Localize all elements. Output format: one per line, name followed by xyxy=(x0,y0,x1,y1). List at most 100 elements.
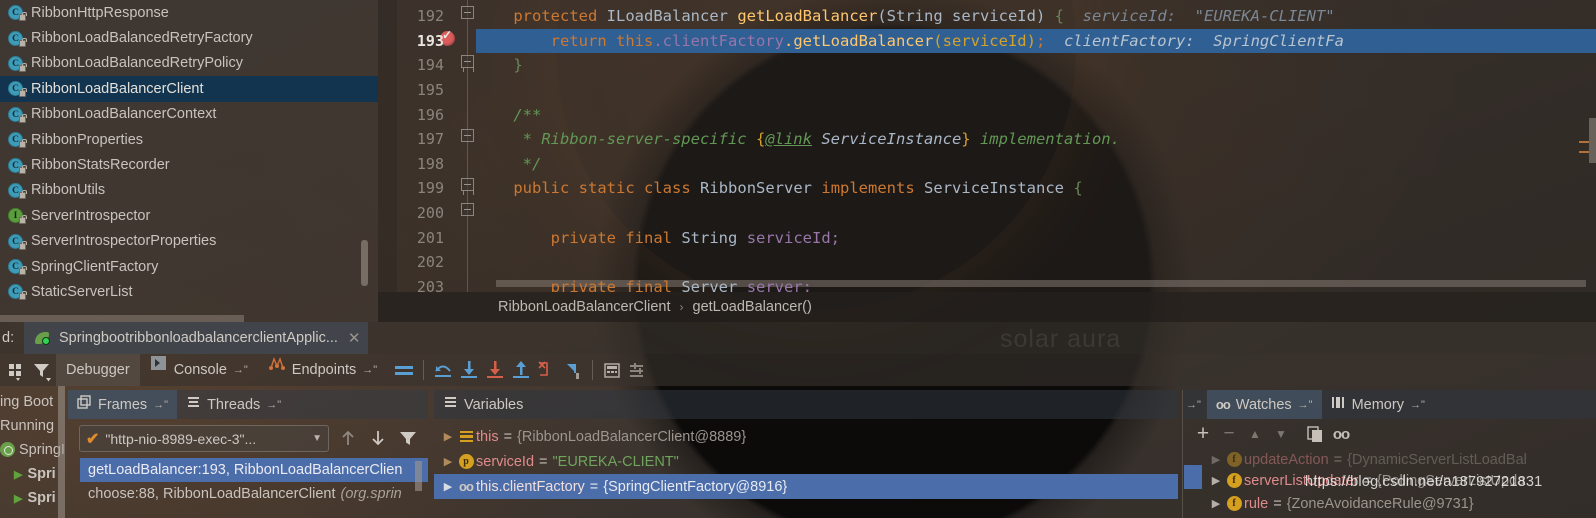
list-item[interactable]: C SpringClientFactory xyxy=(0,254,378,279)
show-execution-point-icon[interactable] xyxy=(391,355,417,385)
drop-frame-icon[interactable] xyxy=(534,355,560,385)
move-down-button[interactable]: ▼ xyxy=(1268,421,1294,447)
list-item[interactable]: C RibbonStatsRecorder xyxy=(0,152,378,177)
panel-divider[interactable] xyxy=(1182,390,1183,518)
list-item[interactable]: C RibbonLoadBalancedRetryFactory xyxy=(0,25,378,50)
pin-icon[interactable]: →" xyxy=(233,364,248,376)
run-configuration-tab[interactable]: SpringbootribbonloadbalancerclientApplic… xyxy=(24,322,369,354)
watches-toolbar[interactable]: + − ▲ ▼ oo xyxy=(1190,421,1354,447)
pin-icon[interactable]: →" xyxy=(362,364,377,376)
watch-row[interactable]: ▶ f rule = {ZoneAvoidanceRule@9731} xyxy=(1184,491,1596,516)
list-item-selected[interactable]: C RibbonLoadBalancerClient xyxy=(0,76,378,102)
list-item[interactable]: I ServerIntrospector xyxy=(0,203,378,228)
tab-threads[interactable]: Threads →" xyxy=(177,390,290,419)
code-line[interactable]: 192 protected ILoadBalancer getLoadBalan… xyxy=(378,4,1596,29)
frame-row[interactable]: choose:88, RibbonLoadBalancerClient (org… xyxy=(80,482,428,506)
list-item[interactable]: C RibbonHttpResponse xyxy=(0,0,378,25)
breadcrumb-method[interactable]: getLoadBalancer() xyxy=(693,299,812,315)
tab-frames[interactable]: Frames →" xyxy=(68,390,178,419)
pin-icon[interactable]: →" xyxy=(1410,399,1425,411)
breadcrumb-class[interactable]: RibbonLoadBalancerClient xyxy=(498,299,671,315)
pin-icon[interactable]: →" xyxy=(1298,399,1313,411)
run-tree-item[interactable]: SpringI xyxy=(0,442,65,458)
variable-row[interactable]: ▶ p serviceId = "EUREKA-CLIENT" xyxy=(434,449,1178,474)
move-up-button[interactable]: ▲ xyxy=(1242,421,1268,447)
breadcrumb[interactable]: RibbonLoadBalancerClient › getLoadBalanc… xyxy=(378,292,1596,322)
project-file-list[interactable]: C RibbonHttpResponse C RibbonLoadBalance… xyxy=(0,0,378,322)
remove-watch-button[interactable]: − xyxy=(1216,421,1242,447)
list-item[interactable]: C StaticServerList xyxy=(0,279,378,304)
editor-marker[interactable] xyxy=(1579,151,1589,153)
step-over-icon[interactable] xyxy=(430,355,456,385)
code-line[interactable]: 202 xyxy=(378,250,1596,275)
code-line[interactable]: 199 public static class RibbonServer imp… xyxy=(378,176,1596,201)
code-line[interactable]: 196 /** xyxy=(378,102,1596,127)
frames-filter-icon[interactable] xyxy=(396,426,422,456)
frames-scrollbar[interactable] xyxy=(415,461,422,491)
variable-row-selected[interactable]: ▶ oo this.clientFactory = {SpringClientF… xyxy=(434,474,1178,499)
run-to-cursor-icon[interactable] xyxy=(560,355,586,385)
step-into-icon[interactable] xyxy=(456,355,482,385)
code-line-current[interactable]: 193 return this.clientFactory.getLoadBal… xyxy=(378,28,1596,54)
code-line[interactable]: 197 * Ribbon-server-specific {@link Serv… xyxy=(378,127,1596,152)
pin-icon[interactable]: →" xyxy=(1186,399,1201,411)
debug-toolbar[interactable]: Debugger Console →" Endpoints →" xyxy=(0,354,1596,386)
tab-memory[interactable]: Memory →" xyxy=(1322,390,1434,419)
expand-arrow-icon[interactable]: ▶ xyxy=(1208,453,1224,466)
evaluate-expression-icon[interactable] xyxy=(599,355,625,385)
code-line[interactable]: 195 xyxy=(378,78,1596,103)
layout-icon[interactable] xyxy=(4,355,30,385)
run-tree-item[interactable]: ing Boot xyxy=(0,394,53,410)
expand-arrow-icon[interactable]: ▶ xyxy=(440,430,456,443)
code-line[interactable]: 200 xyxy=(378,201,1596,226)
copy-icon[interactable] xyxy=(1302,421,1328,447)
run-tree-item[interactable]: Running xyxy=(0,418,54,434)
list-item[interactable]: C RibbonProperties xyxy=(0,127,378,152)
list-item[interactable]: C RibbonUtils xyxy=(0,178,378,203)
file-list-h-scrollbar[interactable] xyxy=(0,315,244,322)
file-list-scrollbar[interactable] xyxy=(361,240,368,286)
code-editor[interactable]: 192 protected ILoadBalancer getLoadBalan… xyxy=(378,0,1596,292)
run-tree-scrollbar[interactable] xyxy=(58,386,65,518)
list-item[interactable]: C RibbonLoadBalancedRetryPolicy xyxy=(0,51,378,76)
code-line[interactable]: 201 private final String serviceId; xyxy=(378,225,1596,250)
parameter-icon: p xyxy=(456,454,476,469)
code-line[interactable]: 198 */ xyxy=(378,152,1596,177)
pin-icon[interactable]: →" xyxy=(266,399,281,411)
tab-watches[interactable]: oo Watches →" xyxy=(1206,390,1322,419)
expand-arrow-icon[interactable]: ▶ xyxy=(440,480,456,493)
add-watch-button[interactable]: + xyxy=(1190,421,1216,447)
frame-up-icon[interactable] xyxy=(336,426,362,456)
expand-arrow-icon[interactable]: ▶ xyxy=(440,455,456,468)
frame-down-icon[interactable] xyxy=(366,426,392,456)
tab-debugger[interactable]: Debugger xyxy=(56,354,140,386)
frame-row-selected[interactable]: getLoadBalancer:193, RibbonLoadBalancerC… xyxy=(80,458,428,482)
list-item[interactable]: C RibbonLoadBalancerContext xyxy=(0,102,378,127)
filter-icon[interactable] xyxy=(30,355,56,385)
tab-console[interactable]: Console →" xyxy=(140,354,258,386)
watch-oo-icon[interactable]: oo xyxy=(1328,421,1354,447)
frames-panel-header[interactable]: Frames →" Threads →" xyxy=(68,390,428,419)
settings-lines-icon[interactable] xyxy=(625,355,651,385)
step-out-icon[interactable] xyxy=(508,355,534,385)
code-line[interactable]: 194 } xyxy=(378,53,1596,78)
variable-row[interactable]: ▶ this = {RibbonLoadBalancerClient@8889} xyxy=(434,424,1178,449)
run-tree-item[interactable]: ▶ Spri xyxy=(0,490,56,506)
editor-marker[interactable] xyxy=(1579,141,1589,143)
run-tree-strip[interactable]: ing Boot Running SpringI ▶ Spri ▶ Spri xyxy=(0,386,68,518)
frames-panel[interactable]: ✔ "http-nio-8989-exec-3"... ▼ getLoadBal… xyxy=(68,419,428,518)
tab-variables[interactable]: Variables xyxy=(434,390,532,419)
close-icon[interactable]: ✕ xyxy=(348,329,361,347)
run-tree-item[interactable]: ▶ Spri xyxy=(0,466,56,482)
watches-panel[interactable]: + − ▲ ▼ oo ▶ f updateAction = {DynamicSe… xyxy=(1184,419,1596,518)
force-step-into-icon[interactable] xyxy=(482,355,508,385)
thread-selector[interactable]: ✔ "http-nio-8989-exec-3"... ▼ xyxy=(79,425,329,452)
list-item[interactable]: C ServerIntrospectorProperties xyxy=(0,229,378,254)
expand-arrow-icon[interactable]: ▶ xyxy=(1208,497,1224,510)
chevron-down-icon[interactable]: ▼ xyxy=(312,433,322,444)
pin-icon[interactable]: →" xyxy=(153,399,168,411)
editor-v-scrollbar[interactable] xyxy=(1589,118,1596,163)
expand-arrow-icon[interactable]: ▶ xyxy=(1208,474,1224,487)
variables-panel[interactable]: ▶ this = {RibbonLoadBalancerClient@8889}… xyxy=(434,419,1178,518)
tab-endpoints[interactable]: Endpoints →" xyxy=(258,354,387,386)
